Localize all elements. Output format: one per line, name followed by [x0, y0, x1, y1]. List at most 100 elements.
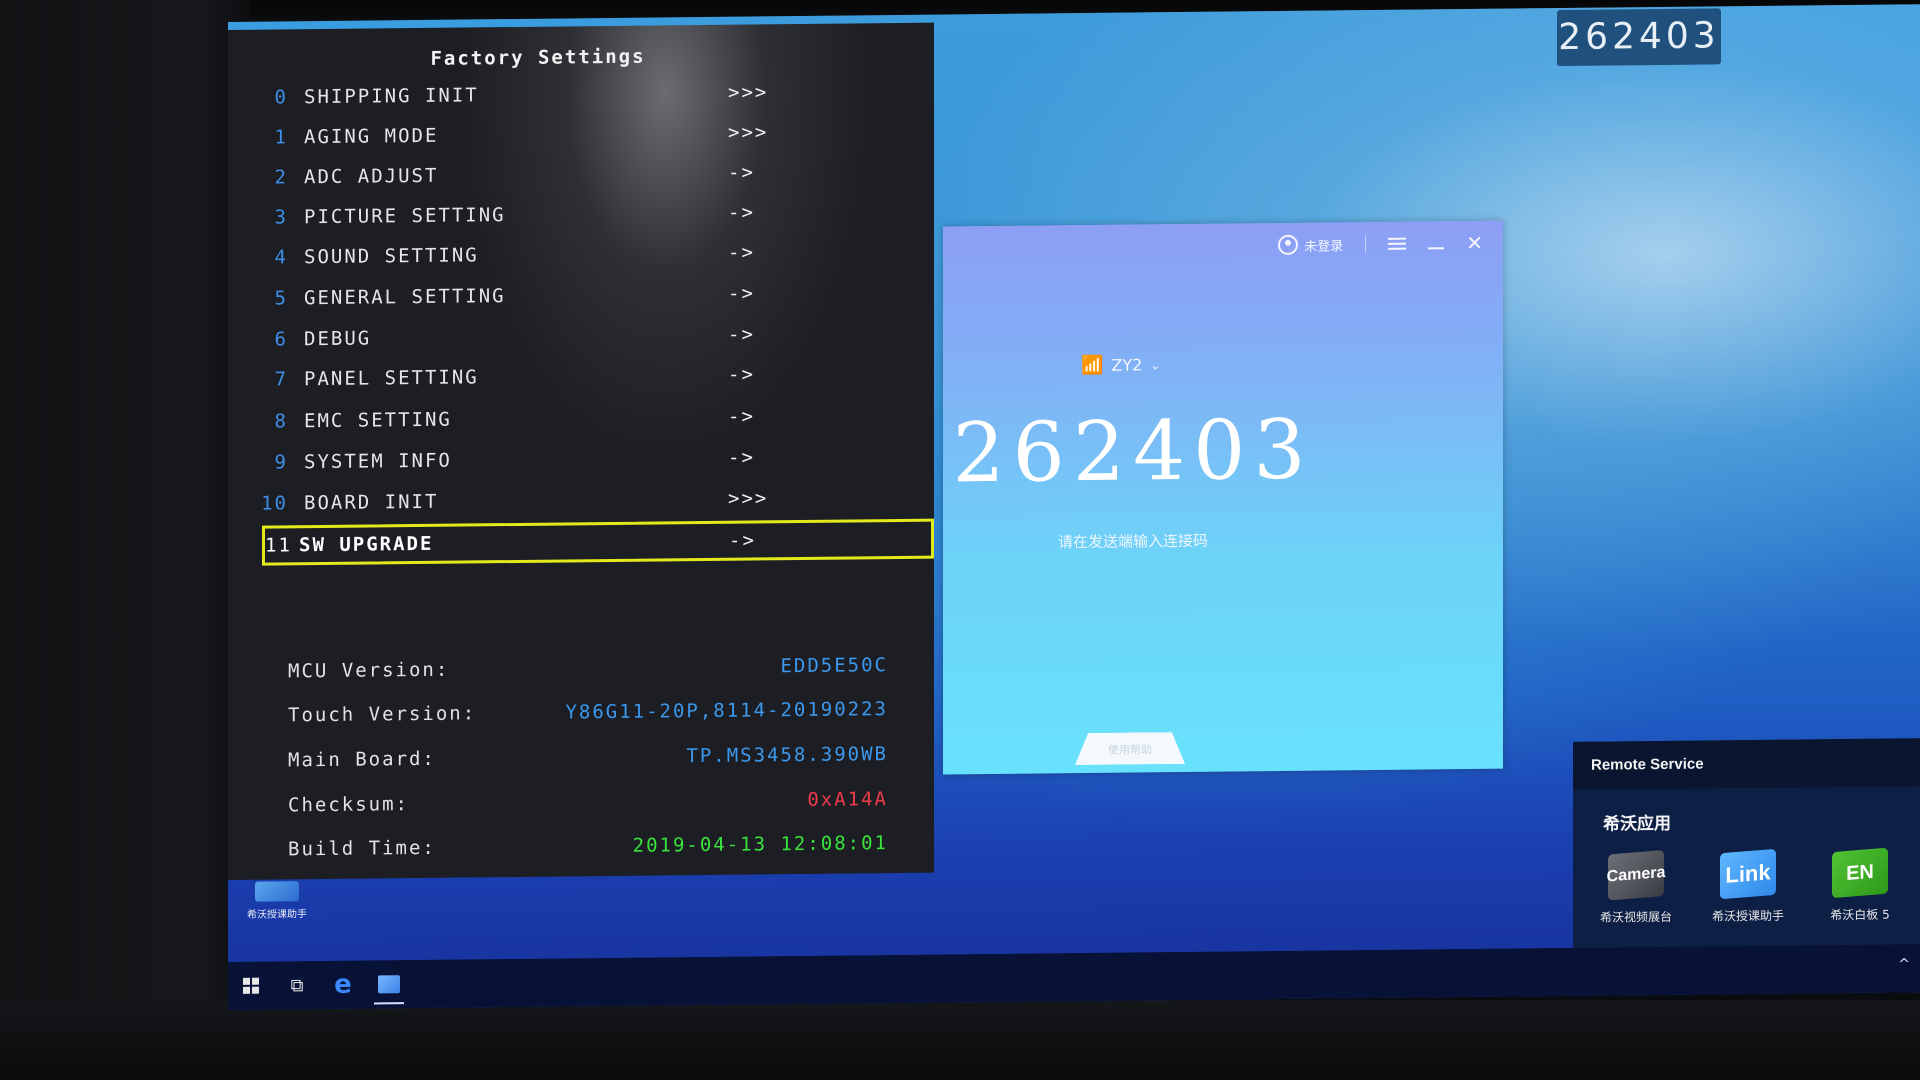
- menu-item-aging-mode[interactable]: 1 AGING MODE >>>: [258, 111, 898, 158]
- menu-item-board-init[interactable]: 10 BOARD INIT >>>: [258, 477, 898, 524]
- app-label: 希沃视频展台: [1599, 909, 1672, 925]
- window-titlebar: 未登录 ✕: [1278, 231, 1483, 256]
- connection-code: 262403: [952, 402, 1314, 502]
- menu-item-arrow: >>>: [728, 121, 769, 144]
- info-value: Y86G11-20P,8114-20190223: [565, 698, 888, 724]
- link-app-icon: Link: [1720, 848, 1776, 900]
- app-group-title: 希沃应用: [1603, 813, 1671, 835]
- start-button[interactable]: [228, 962, 274, 1010]
- app-whiteboard[interactable]: EN 希沃白板 5: [1819, 847, 1901, 923]
- monitor-bezel-bottom: [0, 1000, 1920, 1080]
- minimize-icon[interactable]: [1428, 247, 1445, 250]
- info-value: EDD5E50C: [780, 654, 888, 678]
- menu-item-emc-setting[interactable]: 8 EMC SETTING ->: [258, 395, 898, 442]
- menu-item-number: 1: [274, 126, 288, 149]
- menu-item-sound-setting[interactable]: 4 SOUND SETTING ->: [258, 231, 898, 278]
- menu-item-label: GENERAL SETTING: [304, 285, 506, 310]
- menu-item-arrow: ->: [728, 405, 755, 428]
- menu-item-label: SW UPGRADE: [299, 532, 434, 557]
- menu-item-label: ADC ADJUST: [304, 164, 439, 189]
- info-mcu-version: MCU Version: EDD5E50C: [288, 645, 888, 691]
- windows-icon: [243, 977, 259, 994]
- menu-item-arrow: ->: [728, 446, 755, 469]
- camera-app-icon: Camera: [1607, 850, 1665, 901]
- desktop-shortcut[interactable]: 希沃授课助手: [242, 881, 312, 921]
- task-view-icon: ⧉: [290, 974, 304, 996]
- menu-item-adc-adjust[interactable]: 2 ADC ADJUST ->: [258, 151, 898, 198]
- edge-icon: e: [334, 969, 352, 1000]
- menu-item-number: 9: [274, 451, 288, 474]
- factory-settings-menu: Factory Settings 0 SHIPPING INIT >>> 1 AGIN…: [228, 22, 934, 881]
- menu-item-label: PANEL SETTING: [304, 366, 479, 391]
- menu-item-arrow: ->: [728, 161, 755, 184]
- tray-chevron-up-icon[interactable]: ^: [1898, 956, 1910, 972]
- info-build-time: Build Time: 2019-04-13 12:08:01: [288, 823, 888, 869]
- app-teaching-assistant[interactable]: Link 希沃授课助手: [1707, 848, 1789, 925]
- menu-item-picture-setting[interactable]: 3 PICTURE SETTING ->: [258, 191, 898, 238]
- screen-share-window: 未登录 ✕ 📶 ZY2 ⌄ 262403 请在发送端输入连接码 使用帮助: [943, 220, 1503, 775]
- menu-item-general-setting[interactable]: 5 GENERAL SETTING ->: [258, 272, 898, 319]
- active-app-button[interactable]: [366, 960, 412, 1008]
- menu-item-sw-upgrade[interactable]: 11 SW UPGRADE ->: [262, 518, 934, 566]
- shortcut-label: 希沃授课助手: [247, 909, 307, 921]
- shortcut-icon: [255, 881, 299, 902]
- info-value: 2019-04-13 12:08:01: [632, 832, 888, 857]
- info-key: MCU Version:: [288, 658, 450, 683]
- connection-hint: 请在发送端输入连接码: [1057, 531, 1208, 552]
- app-window-icon: [378, 975, 400, 994]
- menu-item-label: AGING MODE: [304, 124, 439, 149]
- menu-item-debug[interactable]: 6 DEBUG ->: [258, 313, 898, 360]
- menu-item-number: 0: [274, 86, 288, 109]
- monitor-bezel-left: [0, 0, 250, 1080]
- whiteboard-app-icon: EN: [1832, 847, 1888, 899]
- hamburger-menu-icon[interactable]: [1388, 237, 1407, 250]
- menu-item-number: 4: [274, 246, 288, 269]
- remote-service-title: Remote Service: [1573, 738, 1920, 790]
- menu-item-number: 10: [261, 492, 288, 515]
- menu-item-number: 7: [274, 368, 288, 391]
- menu-item-arrow: ->: [728, 201, 755, 224]
- user-icon: [1278, 234, 1299, 256]
- menu-item-number: 11: [265, 534, 292, 557]
- info-key: Build Time:: [288, 836, 436, 861]
- menu-item-arrow: ->: [728, 241, 755, 264]
- network-name: ZY2: [1111, 355, 1143, 375]
- divider: [1365, 235, 1367, 254]
- info-value: TP.MS3458.390WB: [686, 743, 888, 768]
- menu-item-arrow: ->: [728, 323, 755, 346]
- menu-item-label: SYSTEM INFO: [304, 449, 452, 474]
- network-selector[interactable]: 📶 ZY2 ⌄: [1081, 354, 1160, 376]
- login-label: 未登录: [1304, 238, 1344, 255]
- menu-item-number: 3: [274, 206, 288, 229]
- app-video-presenter[interactable]: Camera 希沃视频展台: [1595, 850, 1677, 926]
- menu-item-arrow: ->: [728, 282, 755, 305]
- connection-code-badge: 262403: [1557, 8, 1721, 67]
- display-screen: Factory Settings 0 SHIPPING INIT >>> 1 AGIN…: [228, 4, 1920, 1011]
- chevron-down-icon: ⌄: [1150, 357, 1161, 372]
- menu-item-number: 8: [274, 410, 288, 433]
- help-tab[interactable]: 使用帮助: [1075, 732, 1185, 765]
- info-checksum: Checksum: 0xA14A: [288, 779, 888, 825]
- close-icon[interactable]: ✕: [1466, 231, 1483, 255]
- info-key: Main Board:: [288, 747, 436, 772]
- task-view-button[interactable]: ⧉: [274, 961, 320, 1009]
- info-value: 0xA14A: [807, 788, 888, 811]
- menu-item-label: DEBUG: [304, 327, 372, 351]
- menu-item-label: SHIPPING INIT: [304, 84, 479, 109]
- login-button[interactable]: 未登录: [1278, 234, 1344, 256]
- edge-button[interactable]: e: [320, 961, 366, 1009]
- info-key: Touch Version:: [288, 702, 477, 727]
- menu-item-panel-setting[interactable]: 7 PANEL SETTING ->: [258, 353, 898, 400]
- menu-item-system-info[interactable]: 9 SYSTEM INFO ->: [258, 436, 898, 483]
- menu-item-label: SOUND SETTING: [304, 244, 479, 269]
- info-main-board: Main Board: TP.MS3458.390WB: [288, 734, 888, 780]
- menu-item-label: PICTURE SETTING: [304, 204, 506, 229]
- app-label: 希沃白板 5: [1830, 907, 1890, 923]
- menu-item-shipping-init[interactable]: 0 SHIPPING INIT >>>: [258, 71, 898, 118]
- menu-item-arrow: ->: [729, 529, 756, 552]
- app-label: 希沃授课助手: [1711, 908, 1784, 924]
- menu-item-number: 6: [274, 328, 288, 351]
- info-touch-version: Touch Version: Y86G11-20P,8114-20190223: [288, 689, 888, 735]
- menu-item-arrow: ->: [728, 363, 755, 386]
- wifi-icon: 📶: [1081, 354, 1104, 377]
